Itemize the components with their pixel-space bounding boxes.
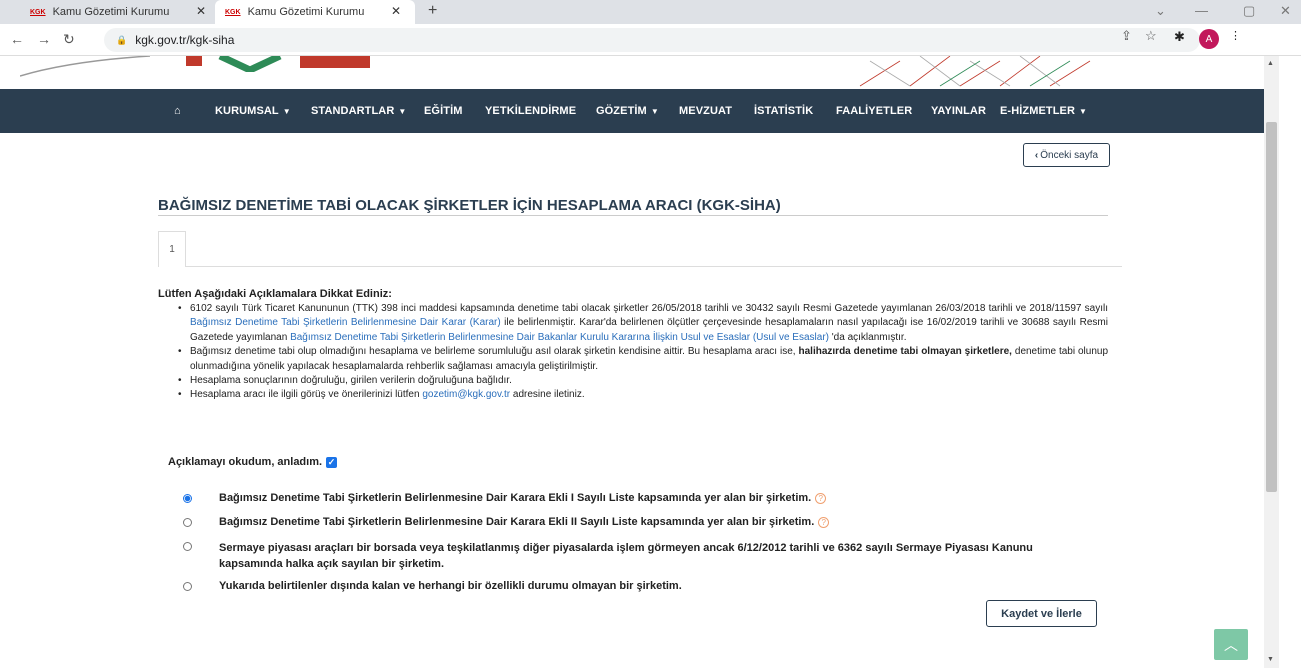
profile-avatar[interactable]: A: [1199, 29, 1219, 49]
decree-link[interactable]: Bağımsız Denetime Tabi Şirketlerin Belir…: [190, 317, 501, 328]
page-scrollbar[interactable]: ▲ ▼: [1264, 56, 1279, 668]
save-and-continue-button[interactable]: Kaydet ve İlerle: [986, 600, 1097, 627]
home-icon[interactable]: ⌂: [174, 89, 181, 133]
lock-icon[interactable]: 🔒: [116, 35, 127, 46]
close-icon[interactable]: ✕: [196, 4, 206, 18]
nav-kurumsal[interactable]: KURUMSAL ▼: [215, 89, 291, 133]
notice-item: 6102 sayılı Türk Ticaret Kanununun (TTK)…: [176, 302, 1108, 345]
help-icon[interactable]: ?: [815, 493, 827, 504]
option-other[interactable]: Yukarıda belirtilenler dışında kalan ve …: [183, 580, 682, 592]
minimize-icon[interactable]: —: [1195, 3, 1208, 18]
reload-icon[interactable]: ↻: [63, 31, 75, 48]
scroll-to-top-button[interactable]: ︿: [1214, 629, 1248, 660]
nav-faaliyetler[interactable]: FAALİYETLER: [836, 89, 912, 133]
page-title: BAĞIMSIZ DENETİME TABİ OLACAK ŞİRKETLER …: [158, 197, 781, 214]
notice-item: Bağımsız denetime tabi olup olmadığını h…: [176, 345, 1108, 374]
scroll-thumb[interactable]: [1266, 122, 1277, 492]
radio-public-company[interactable]: [183, 542, 192, 551]
tab-title: Kamu Gözetimi Kurumu: [247, 6, 365, 18]
tab-title: Kamu Gözetimi Kurumu: [52, 6, 170, 18]
browser-tabstrip: KGK Kamu Gözetimi Kurumu ✕ KGK Kamu Göze…: [0, 0, 1301, 24]
tab-divider: [186, 266, 1122, 267]
kgk-logo: [186, 56, 370, 72]
radio-other[interactable]: [183, 582, 192, 591]
acknowledge-label: Açıklamayı okudum, anladım.: [168, 456, 323, 468]
extensions-puzzle-icon[interactable]: ✱: [1174, 29, 1185, 45]
caret-down-icon: ▼: [650, 106, 659, 116]
close-icon[interactable]: ✕: [391, 4, 401, 18]
window-close-icon[interactable]: ✕: [1280, 3, 1291, 19]
bookmark-star-icon[interactable]: ☆: [1145, 28, 1157, 44]
share-icon[interactable]: ⇪: [1121, 28, 1132, 44]
tab-search-icon[interactable]: ⌄: [1155, 3, 1166, 19]
back-arrow-icon[interactable]: ←: [10, 31, 24, 47]
option-list-1[interactable]: Bağımsız Denetime Tabi Şirketlerin Belir…: [183, 492, 827, 504]
previous-page-button[interactable]: ‹ Önceki sayfa: [1023, 143, 1110, 167]
caret-down-icon: ▼: [398, 106, 407, 116]
url-bar[interactable]: 🔒 kgk.gov.tr/kgk-siha: [104, 28, 1200, 52]
nav-mevzuat[interactable]: MEVZUAT: [679, 89, 732, 133]
nav-e-hizmetler[interactable]: E-HİZMETLER ▼: [1000, 89, 1087, 133]
caret-down-icon: ▼: [1079, 106, 1088, 116]
url-text: kgk.gov.tr/kgk-siha: [135, 33, 235, 47]
maximize-icon[interactable]: ▢: [1243, 3, 1255, 19]
notice-item: Hesaplama sonuçlarının doğruluğu, girile…: [176, 374, 1108, 389]
nav-egitim[interactable]: EĞİTİM: [424, 89, 463, 133]
radio-list-2[interactable]: [183, 518, 192, 527]
option-public-company[interactable]: Sermaye piyasası araçları bir borsada ve…: [183, 540, 1063, 572]
browser-tab-1[interactable]: KGK Kamu Gözetimi Kurumu ✕: [20, 0, 220, 24]
header-decoration: [859, 56, 1091, 87]
acknowledge-row: Açıklamayı okudum, anladım. ✓: [168, 456, 338, 468]
email-link[interactable]: gozetim@kgk.gov.tr: [422, 389, 510, 400]
title-divider: [158, 215, 1108, 216]
main-navbar: ⌂ KURUMSAL ▼ STANDARTLAR ▼ EĞİTİM YETKİLEN…: [0, 89, 1264, 133]
scroll-down-icon[interactable]: ▼: [1267, 656, 1274, 663]
browser-toolbar: ← → ↻ 🔒 kgk.gov.tr/kgk-siha ⇪ ☆ ✱ ▣ A ⋮: [0, 24, 1301, 56]
step-tab-1[interactable]: 1: [158, 231, 186, 267]
nav-gozetim[interactable]: GÖZETİM ▼: [596, 89, 659, 133]
procedures-link[interactable]: Bağımsız Denetime Tabi Şirketlerin Belir…: [290, 332, 829, 343]
site-header: [0, 56, 1264, 89]
more-menu-icon[interactable]: ⋮: [1230, 29, 1241, 42]
nav-standartlar[interactable]: STANDARTLAR ▼: [311, 89, 406, 133]
nav-istatistik[interactable]: İSTATİSTİK: [754, 89, 813, 133]
header-curve: [20, 56, 150, 77]
radio-list-1[interactable]: [183, 494, 192, 503]
scroll-up-icon[interactable]: ▲: [1267, 60, 1274, 67]
notice-list: 6102 sayılı Türk Ticaret Kanununun (TTK)…: [176, 302, 1108, 403]
help-icon[interactable]: ?: [818, 517, 830, 528]
notice-item: Hesaplama aracı ile ilgili görüş ve öner…: [176, 388, 1108, 403]
nav-yetkilendirme[interactable]: YETKİLENDİRME: [485, 89, 576, 133]
kgk-favicon: KGK: [225, 8, 241, 16]
caret-down-icon: ▼: [282, 106, 291, 116]
notice-heading: Lütfen Aşağıdaki Açıklamalara Dikkat Edi…: [158, 288, 392, 300]
option-list-2[interactable]: Bağımsız Denetime Tabi Şirketlerin Belir…: [183, 516, 830, 528]
acknowledge-checkbox[interactable]: ✓: [326, 456, 338, 468]
chevron-left-icon: ‹: [1034, 149, 1039, 161]
browser-tab-2[interactable]: KGK Kamu Gözetimi Kurumu ✕: [215, 0, 415, 24]
nav-yayinlar[interactable]: YAYINLAR: [931, 89, 986, 133]
kgk-favicon: KGK: [30, 8, 46, 16]
chevron-up-icon: ︿: [1224, 636, 1238, 653]
forward-arrow-icon[interactable]: →: [37, 31, 51, 47]
new-tab-icon[interactable]: +: [428, 2, 437, 20]
